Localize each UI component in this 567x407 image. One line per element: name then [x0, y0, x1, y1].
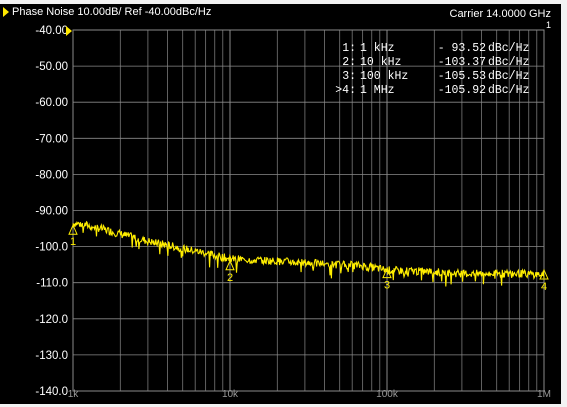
marker-number-label: 2	[227, 272, 233, 284]
y-tick-label: -80.00	[35, 169, 68, 181]
carrier-frequency: Carrier 14.0000 GHz	[449, 8, 552, 20]
marker-value: -105.53	[437, 70, 486, 83]
marker-value: -103.37	[437, 56, 486, 69]
marker-frequency: 1 MHz	[360, 84, 395, 97]
y-tick-label: -120.0	[35, 314, 68, 326]
y-tick-label: -140.0	[35, 386, 68, 398]
y-tick-label: -130.0	[35, 350, 68, 362]
x-tick-label: 1k	[68, 389, 80, 400]
y-tick-label: -70.00	[35, 133, 68, 145]
marker-unit: dBc/Hz	[488, 42, 530, 55]
window-frame-right	[561, 0, 567, 407]
marker-number-label: 4	[541, 281, 547, 293]
x-tick-label: 10k	[222, 389, 239, 400]
y-tick-label: -60.00	[35, 97, 68, 109]
marker-readout-row: 3: 100 kHz -105.53 dBc/Hz	[318, 70, 544, 84]
marker-value: - 93.52	[437, 42, 486, 55]
marker-unit: dBc/Hz	[488, 84, 530, 97]
marker-readout-row: 2: 10 kHz -103.37 dBc/Hz	[318, 56, 544, 70]
y-tick-label: -110.0	[36, 278, 68, 290]
phase-noise-trace	[72, 220, 545, 287]
channel-number: 1	[545, 20, 551, 30]
trace-title[interactable]: Phase Noise 10.00dB/ Ref -40.00dBc/Hz	[12, 6, 211, 18]
marker-readout-row: >4: 1 MHz -105.92 dBc/Hz	[318, 84, 544, 98]
x-tick-label: 1M	[537, 389, 551, 400]
active-trace-arrow-icon	[3, 7, 9, 17]
marker-number-label: 1	[70, 236, 76, 248]
y-tick-label: -100.0	[35, 242, 68, 254]
window-frame-top	[0, 0, 567, 4]
reference-level-arrow-icon	[66, 26, 72, 36]
marker-label: 2:	[342, 56, 356, 69]
instrument-screen: -40.00 -50.00 -60.00 -70.00 -80.00 -90.00 -100…	[0, 0, 567, 407]
marker-frequency: 100 kHz	[360, 70, 409, 83]
marker-frequency: 10 kHz	[360, 56, 402, 69]
marker-frequency: 1 kHz	[360, 42, 395, 55]
marker-number-label: 3	[384, 280, 390, 292]
y-tick-label: -90.00	[35, 206, 68, 218]
marker-unit: dBc/Hz	[488, 70, 530, 83]
marker-label: 3:	[342, 70, 356, 83]
marker-label: 1:	[342, 42, 356, 55]
y-tick-label: -40.00	[35, 25, 68, 37]
marker-readout-row: 1: 1 kHz - 93.52 dBc/Hz	[318, 42, 544, 56]
marker-label: >4:	[335, 84, 356, 97]
marker-unit: dBc/Hz	[488, 56, 530, 69]
y-tick-label: -50.00	[35, 61, 68, 73]
marker-value: -105.92	[437, 84, 486, 97]
marker-readout-table: 1: 1 kHz - 93.52 dBc/Hz 2: 10 kHz -103.3…	[318, 42, 544, 98]
x-tick-label: 100k	[376, 389, 399, 400]
